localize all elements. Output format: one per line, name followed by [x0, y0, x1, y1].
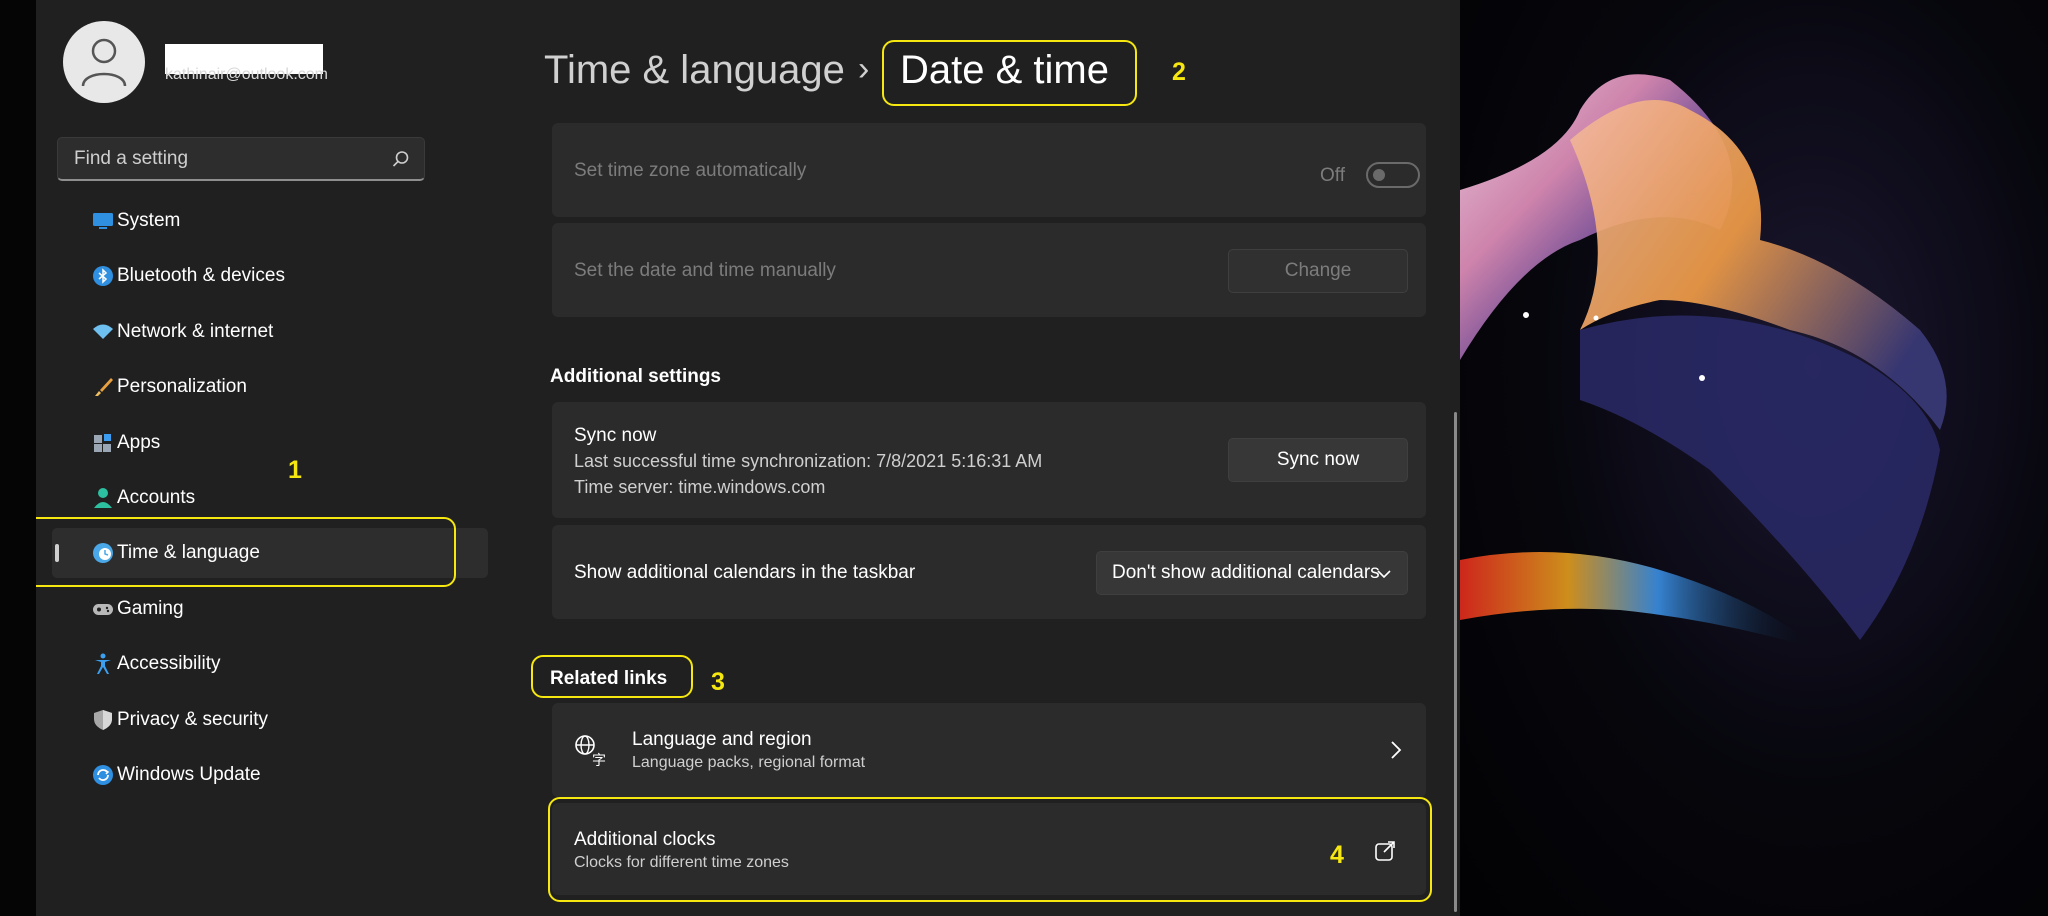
nav-label: Personalization: [117, 376, 247, 397]
desktop-edge: [0, 0, 36, 916]
brush-icon: [95, 378, 113, 396]
nav-label: Gaming: [117, 598, 184, 619]
avatar[interactable]: [63, 21, 145, 103]
scrollbar[interactable]: [1454, 412, 1457, 912]
annotation-box-2: [882, 40, 1137, 106]
sync-server: Time server: time.windows.com: [574, 477, 826, 497]
bloom-wallpaper-image: [1460, 74, 1947, 650]
sync-now-button[interactable]: Sync now: [1228, 438, 1408, 482]
nav-item-bluetooth[interactable]: Bluetooth & devices: [52, 251, 488, 301]
nav-item-apps[interactable]: Apps: [52, 418, 488, 468]
language-region-link[interactable]: 字 Language and region Language packs, re…: [552, 703, 1426, 797]
nav-label: Accessibility: [117, 653, 221, 674]
nav-item-windows-update[interactable]: Windows Update: [52, 750, 488, 800]
breadcrumb-parent[interactable]: Time & language: [544, 48, 845, 93]
chevron-right-icon: [1391, 741, 1402, 759]
settings-window: kathinair@outlook.com System Bluetooth &…: [36, 0, 1460, 916]
timezone-auto-label: Set time zone automatically: [574, 160, 807, 181]
calendars-dropdown[interactable]: Don't show additional calendars: [1096, 551, 1408, 595]
shield-icon: [94, 710, 112, 730]
language-icon: 字: [575, 735, 606, 766]
chevron-down-icon: [1377, 570, 1391, 579]
calendars-dropdown-value: Don't show additional calendars: [1112, 562, 1380, 583]
svg-text:字: 字: [592, 753, 606, 766]
update-icon: [93, 765, 113, 785]
nav-item-accounts[interactable]: Accounts: [52, 473, 488, 523]
nav-label: Apps: [117, 432, 161, 453]
nav-item-network[interactable]: Network & internet: [52, 307, 488, 357]
person-icon: [94, 488, 112, 508]
annotation-number-1: 1: [288, 456, 302, 484]
nav-item-personalization[interactable]: Personalization: [52, 362, 488, 412]
search-input[interactable]: [72, 146, 392, 171]
bluetooth-icon: [93, 266, 113, 286]
desktop-wallpaper: [1460, 0, 2048, 916]
timezone-auto-card: Set time zone automatically Off: [552, 123, 1426, 217]
nav-label: System: [117, 210, 181, 231]
timezone-auto-toggle[interactable]: [1366, 162, 1420, 188]
gamepad-icon: [93, 604, 113, 615]
person-icon: [81, 38, 127, 87]
language-region-subtitle: Language packs, regional format: [632, 754, 866, 771]
sync-last: Last successful time synchronization: 7/…: [574, 451, 1043, 471]
nav-label: Accounts: [117, 487, 196, 508]
annotation-number-2: 2: [1172, 58, 1186, 86]
annotation-number-3: 3: [711, 668, 725, 696]
annotation-number-4: 4: [1330, 841, 1344, 869]
sync-card: Sync now Last successful time synchroniz…: [552, 402, 1426, 518]
calendars-card: Show additional calendars in the taskbar…: [552, 525, 1426, 619]
wifi-icon: [93, 324, 113, 339]
sync-title: Sync now: [574, 425, 657, 446]
apps-icon: [94, 434, 111, 452]
nav-label: Windows Update: [117, 764, 261, 785]
toggle-knob: [1373, 169, 1385, 181]
nav-label: Bluetooth & devices: [117, 265, 285, 286]
annotation-box-3: [531, 655, 693, 698]
nav-item-gaming[interactable]: Gaming: [52, 584, 488, 634]
search-box[interactable]: [57, 137, 425, 181]
nav-item-privacy[interactable]: Privacy & security: [52, 695, 488, 745]
nav-item-accessibility[interactable]: Accessibility: [52, 639, 488, 689]
accessibility-icon: [95, 653, 111, 674]
breadcrumb-chevron-icon: ›: [858, 50, 870, 88]
manual-time-card: Set the date and time manually Change: [552, 223, 1426, 317]
toggle-state-label: Off: [1320, 165, 1345, 186]
annotation-box-1: [36, 517, 456, 587]
manual-time-label: Set the date and time manually: [574, 260, 836, 281]
nav-item-system[interactable]: System: [52, 196, 488, 246]
change-button[interactable]: Change: [1228, 249, 1408, 293]
calendars-label: Show additional calendars in the taskbar: [574, 562, 916, 583]
annotation-box-4: [548, 797, 1432, 902]
nav-label: Network & internet: [117, 321, 274, 342]
language-region-title: Language and region: [632, 729, 812, 750]
user-email: kathinair@outlook.com: [165, 66, 328, 83]
nav-label: Privacy & security: [117, 709, 268, 730]
search-icon[interactable]: [392, 150, 410, 168]
monitor-icon: [93, 213, 113, 229]
additional-settings-heading: Additional settings: [550, 366, 721, 387]
